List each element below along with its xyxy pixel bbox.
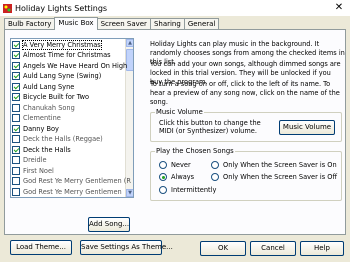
song-name[interactable]: Deck the Halls	[23, 146, 71, 154]
song-checkbox[interactable]	[12, 61, 20, 70]
song-checkbox[interactable]	[12, 93, 20, 101]
song-list-item[interactable]: Deck the Halls (Reggae)	[12, 135, 127, 144]
song-checkbox[interactable]	[12, 166, 20, 175]
radio-button[interactable]	[211, 161, 219, 169]
song-list-item[interactable]: God Rest Ye Merry Gentlemen (R	[12, 177, 131, 186]
music-volume-text: Click this button to change the MIDI (or…	[159, 119, 261, 135]
song-list[interactable]: ▲ ▼ A Very Merry Christmas Almost Time fo…	[10, 38, 134, 198]
song-checkbox[interactable]	[12, 82, 20, 91]
song-name[interactable]: Deck the Halls (Reggae)	[23, 135, 103, 143]
song-checkbox[interactable]	[12, 145, 20, 154]
window-title: Holiday Lights Settings	[15, 3, 108, 13]
song-name[interactable]: Almost Time for Christmas	[23, 51, 111, 59]
song-list-item[interactable]: Dreidle	[12, 156, 127, 165]
radio-screensaver-off-label: Only When the Screen Saver is Off	[223, 173, 337, 181]
song-list-item[interactable]: Almost Time for Christmas	[12, 51, 127, 60]
tab-music-box[interactable]: Music Box	[54, 17, 98, 30]
song-list-item[interactable]: Auld Lang Syne	[12, 82, 127, 91]
song-checkbox[interactable]	[12, 124, 20, 133]
song-name[interactable]: Auld Lang Syne	[23, 83, 74, 91]
song-name[interactable]: A Very Merry Christmas	[22, 39, 102, 50]
help-button[interactable]: Help	[300, 241, 344, 256]
radio-button[interactable]	[211, 173, 219, 181]
song-name[interactable]: God Rest Ye Merry Gentlemen	[23, 188, 122, 196]
song-list-item[interactable]: A Very Merry Christmas	[12, 39, 127, 50]
scroll-thumb[interactable]	[126, 49, 133, 71]
add-song-button[interactable]: Add Song...	[88, 217, 130, 232]
radio-button[interactable]	[159, 173, 167, 181]
ok-button[interactable]: OK	[200, 241, 246, 256]
song-list-item[interactable]: Angels We Have Heard On High	[12, 61, 127, 70]
song-list-item[interactable]: God Rest Ye Merry Gentlemen	[12, 187, 127, 196]
song-checkbox[interactable]	[12, 187, 20, 196]
song-list-item[interactable]: First Noel	[12, 166, 127, 175]
settings-window: Holiday Lights Settings ✕ Bulb Factory M…	[0, 0, 350, 262]
toggle-songs-text: To turn a song on or off, click to the l…	[150, 80, 340, 106]
play-songs-group-label: Play the Chosen Songs	[155, 147, 235, 155]
song-checkbox[interactable]	[12, 135, 20, 143]
song-list-item[interactable]: Danny Boy	[12, 124, 127, 133]
song-name[interactable]: Clementine	[23, 114, 61, 122]
music-volume-group: Music Volume Click this button to change…	[150, 108, 342, 142]
song-checkbox[interactable]	[12, 177, 20, 185]
radio-button[interactable]	[159, 186, 167, 194]
song-checkbox[interactable]	[12, 51, 20, 59]
song-checkbox[interactable]	[12, 103, 20, 112]
radio-screensaver-on-label: Only When the Screen Saver is On	[223, 161, 337, 169]
song-list-item[interactable]: Clementine	[12, 114, 127, 123]
save-theme-button[interactable]: Save Settings As Theme...	[80, 240, 173, 255]
title-bar: Holiday Lights Settings ✕	[0, 0, 350, 16]
radio-intermittently-label: Intermittently	[171, 186, 217, 194]
radio-button[interactable]	[159, 161, 167, 169]
close-icon[interactable]: ✕	[333, 2, 345, 14]
radio-screensaver-on[interactable]: Only When the Screen Saver is On	[211, 161, 337, 169]
song-checkbox[interactable]	[12, 40, 20, 49]
holiday-lights-icon	[3, 3, 12, 13]
radio-never[interactable]: Never	[159, 161, 191, 169]
song-list-item[interactable]: Chanukah Song	[12, 103, 127, 112]
music-volume-group-label: Music Volume	[155, 108, 204, 116]
song-name[interactable]: Bicycle Built for Two	[23, 93, 89, 101]
radio-never-label: Never	[171, 161, 191, 169]
radio-screensaver-off[interactable]: Only When the Screen Saver is Off	[211, 173, 337, 181]
song-checkbox[interactable]	[12, 156, 20, 164]
song-name[interactable]: First Noel	[23, 167, 54, 175]
song-checkbox[interactable]	[12, 72, 20, 80]
song-list-item[interactable]: Auld Lang Syne (Swing)	[12, 72, 127, 81]
song-checkbox[interactable]	[12, 114, 20, 122]
song-name[interactable]: Chanukah Song	[23, 104, 75, 112]
radio-always[interactable]: Always	[159, 173, 194, 181]
song-name[interactable]: Angels We Have Heard On High	[23, 62, 127, 70]
scroll-up-arrow-icon[interactable]: ▲	[126, 39, 133, 47]
song-list-item[interactable]: Deck the Halls	[12, 145, 127, 154]
music-volume-button[interactable]: Music Volume	[279, 120, 335, 135]
scroll-down-arrow-icon[interactable]: ▼	[126, 189, 133, 197]
song-name[interactable]: God Rest Ye Merry Gentlemen (R	[23, 177, 131, 185]
song-name[interactable]: Auld Lang Syne (Swing)	[23, 72, 101, 80]
radio-intermittently[interactable]: Intermittently	[159, 186, 216, 194]
cancel-button[interactable]: Cancel	[250, 241, 296, 256]
radio-always-label: Always	[171, 173, 195, 181]
load-theme-button[interactable]: Load Theme...	[10, 240, 72, 255]
song-name[interactable]: Danny Boy	[23, 125, 59, 133]
music-box-panel: ▲ ▼ A Very Merry Christmas Almost Time fo…	[4, 29, 346, 235]
play-songs-group: Play the Chosen Songs Never Only When th…	[150, 147, 342, 201]
song-name[interactable]: Dreidle	[23, 156, 47, 164]
song-list-item[interactable]: Bicycle Built for Two	[12, 93, 127, 102]
